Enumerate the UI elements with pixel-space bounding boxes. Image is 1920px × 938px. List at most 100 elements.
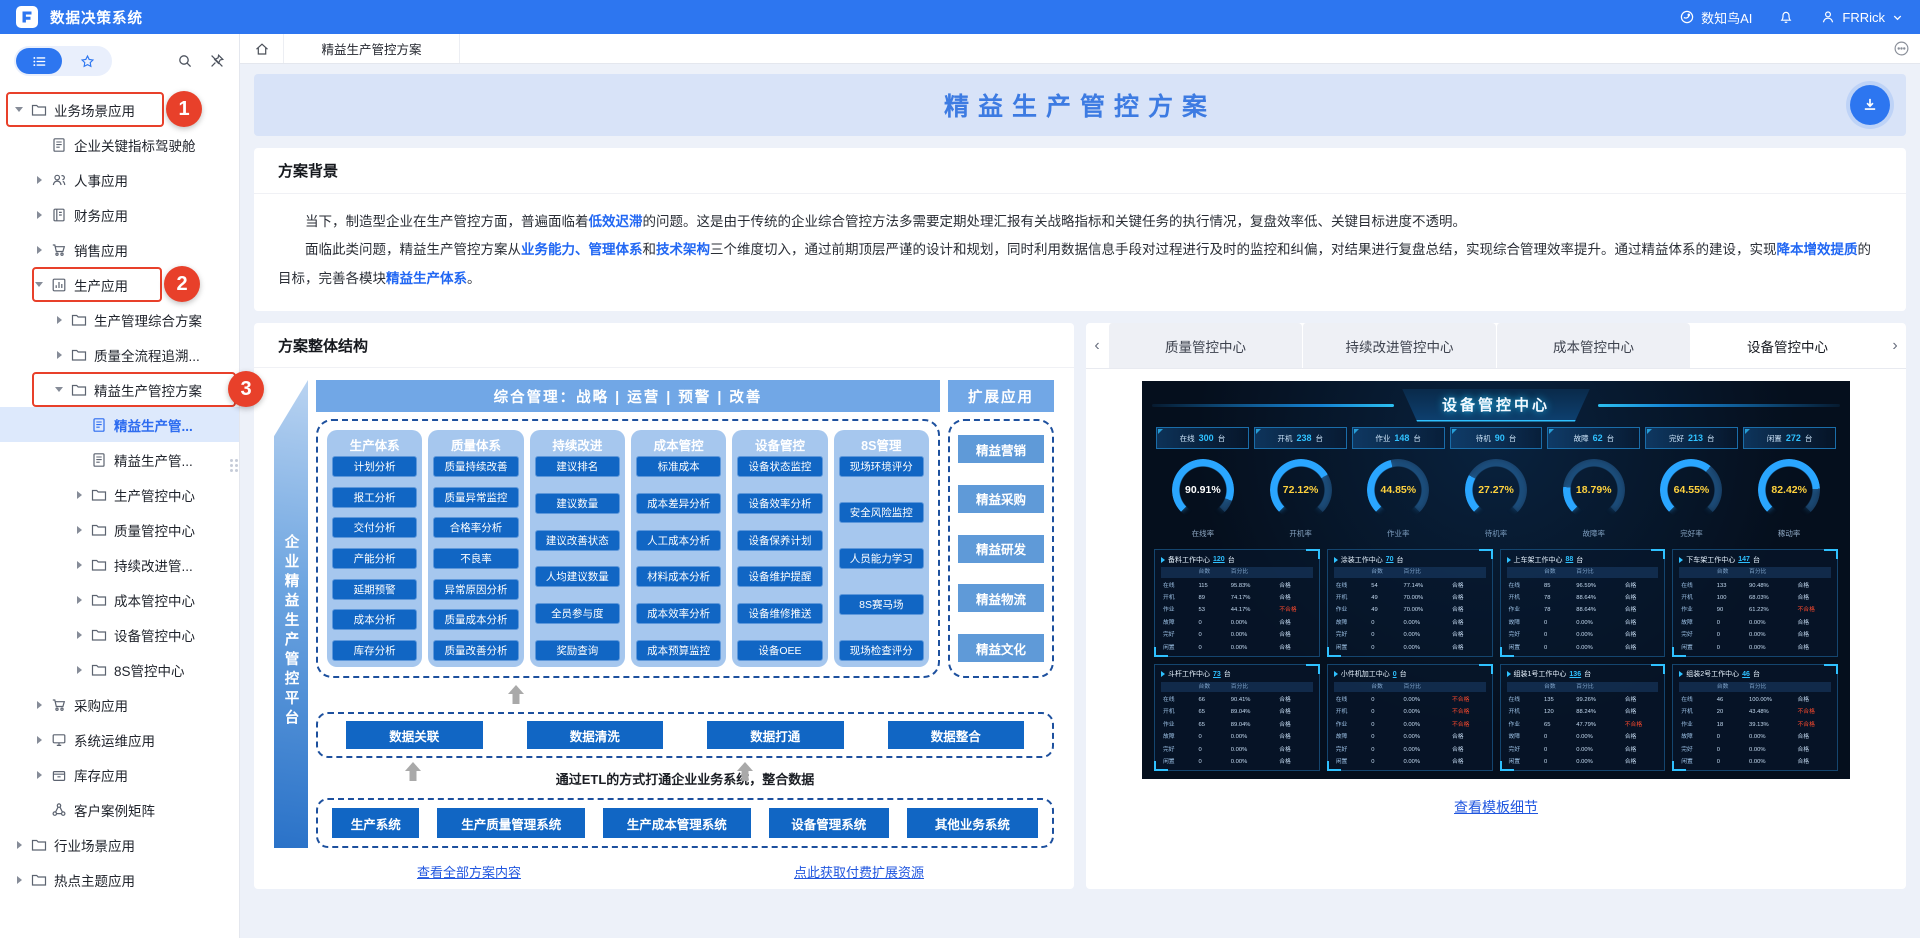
module-item-button[interactable]: 设备维护提醒 xyxy=(737,566,823,588)
caret-right-icon[interactable] xyxy=(14,841,24,849)
data-layer-button-数据整合[interactable]: 数据整合 xyxy=(887,721,1024,750)
caret-right-icon[interactable] xyxy=(14,876,24,884)
home-tab[interactable] xyxy=(240,34,284,63)
module-item-button[interactable]: 标准成本 xyxy=(635,456,722,478)
caret-right-icon[interactable] xyxy=(54,316,64,324)
open-document-tab[interactable]: 精益生产管控方案 xyxy=(284,34,460,63)
sidebar-item-生产管控中心[interactable]: 生产管控中心 xyxy=(0,477,239,512)
system-button-设备管理系统[interactable]: 设备管理系统 xyxy=(768,808,889,839)
template-tab-成本管控中心[interactable]: 成本管控中心 xyxy=(1496,323,1690,369)
download-button[interactable] xyxy=(1850,85,1890,125)
tabs-scroll-left[interactable]: ‹ xyxy=(1086,323,1108,368)
data-layer-button-数据清洗[interactable]: 数据清洗 xyxy=(526,721,663,750)
module-item-button[interactable]: 质量改善分析 xyxy=(433,639,519,661)
sidebar-item-质量管控中心[interactable]: 质量管控中心 xyxy=(0,512,239,547)
module-item-button[interactable]: 8S赛马场 xyxy=(838,594,924,616)
module-item-button[interactable]: 成本分析 xyxy=(332,609,418,631)
caret-down-icon[interactable] xyxy=(54,387,64,392)
module-item-button[interactable]: 库存分析 xyxy=(332,639,418,661)
tab-more-button[interactable] xyxy=(1893,34,1920,63)
sidebar-item-生产应用[interactable]: 生产应用 xyxy=(0,267,239,302)
module-item-button[interactable]: 建议改善状态 xyxy=(534,529,620,551)
caret-right-icon[interactable] xyxy=(34,701,44,709)
sidebar-item-企业关键指标驾驶舱[interactable]: 企业关键指标驾驶舱 xyxy=(0,127,239,162)
sidebar-item-精益生产管[interactable]: 精益生产管... xyxy=(0,442,239,477)
caret-right-icon[interactable] xyxy=(74,596,84,604)
module-item-button[interactable]: 建议数量 xyxy=(534,492,620,514)
module-item-button[interactable]: 安全风险监控 xyxy=(838,502,924,524)
sidebar-item-生产管理综合方案[interactable]: 生产管理综合方案 xyxy=(0,302,239,337)
module-item-button[interactable]: 人均建议数量 xyxy=(534,566,620,588)
caret-right-icon[interactable] xyxy=(34,211,44,219)
dashboard-preview[interactable]: 设备管控中心 在线 300 台开机 238 台作业 148 台待机 90 台故障 62 台完好 213… xyxy=(1142,381,1850,780)
template-tab-质量管控中心[interactable]: 质量管控中心 xyxy=(1108,323,1302,369)
sidebar-resize-handle[interactable] xyxy=(230,458,238,472)
caret-right-icon[interactable] xyxy=(54,351,64,359)
sidebar-item-库存应用[interactable]: 库存应用 xyxy=(0,757,239,792)
caret-right-icon[interactable] xyxy=(74,666,84,674)
caret-right-icon[interactable] xyxy=(34,176,44,184)
module-item-button[interactable]: 合格率分析 xyxy=(433,517,519,539)
data-layer-button-数据关联[interactable]: 数据关联 xyxy=(346,721,483,750)
module-item-button[interactable]: 质量持续改善 xyxy=(433,456,519,478)
module-item-button[interactable]: 现场环境评分 xyxy=(838,456,924,478)
caret-right-icon[interactable] xyxy=(74,561,84,569)
module-item-button[interactable]: 异常原因分析 xyxy=(433,578,519,600)
sidebar-item-行业场景应用[interactable]: 行业场景应用 xyxy=(0,827,239,862)
tabs-scroll-right[interactable]: › xyxy=(1884,323,1906,368)
directory-view-button[interactable] xyxy=(16,48,62,74)
sidebar-item-人事应用[interactable]: 人事应用 xyxy=(0,162,239,197)
system-button-生产质量管理系统[interactable]: 生产质量管理系统 xyxy=(437,808,586,839)
view-template-details-link[interactable]: 查看模板细节 xyxy=(1454,797,1538,817)
data-layer-button-数据打通[interactable]: 数据打通 xyxy=(707,721,844,750)
sidebar-item-系统运维应用[interactable]: 系统运维应用 xyxy=(0,722,239,757)
extension-button-精益营销[interactable]: 精益营销 xyxy=(958,435,1044,464)
sidebar-item-精益生产管[interactable]: 精益生产管... xyxy=(0,407,239,442)
caret-right-icon[interactable] xyxy=(74,526,84,534)
extension-button-精益物流[interactable]: 精益物流 xyxy=(958,584,1044,613)
module-item-button[interactable]: 产能分析 xyxy=(332,548,418,569)
pin-icon[interactable] xyxy=(209,53,225,69)
module-item-button[interactable]: 设备状态监控 xyxy=(737,456,823,478)
extension-button-精益采购[interactable]: 精益采购 xyxy=(958,484,1044,513)
module-item-button[interactable]: 计划分析 xyxy=(332,456,418,478)
module-item-button[interactable]: 成本预算监控 xyxy=(635,640,722,662)
module-item-button[interactable]: 成本差异分析 xyxy=(635,492,722,514)
caret-right-icon[interactable] xyxy=(34,771,44,779)
caret-right-icon[interactable] xyxy=(34,246,44,254)
system-button-生产系统[interactable]: 生产系统 xyxy=(332,808,420,839)
module-item-button[interactable]: 人员能力学习 xyxy=(838,548,924,570)
caret-down-icon[interactable] xyxy=(34,282,44,287)
module-item-button[interactable]: 全员参与度 xyxy=(534,603,620,625)
caret-right-icon[interactable] xyxy=(74,491,84,499)
search-icon[interactable] xyxy=(177,53,193,69)
module-item-button[interactable]: 报工分析 xyxy=(332,486,418,508)
extension-button-精益研发[interactable]: 精益研发 xyxy=(958,534,1044,563)
ai-assistant-button[interactable]: 数知鸟AI xyxy=(1679,8,1752,27)
module-item-button[interactable]: 建议排名 xyxy=(534,456,620,478)
module-item-button[interactable]: 不良率 xyxy=(433,548,519,569)
sidebar-item-质量全流程追溯[interactable]: 质量全流程追溯... xyxy=(0,337,239,372)
module-item-button[interactable]: 延期预警 xyxy=(332,578,418,600)
module-item-button[interactable]: 材料成本分析 xyxy=(635,566,722,588)
sidebar-item-采购应用[interactable]: 采购应用 xyxy=(0,687,239,722)
sidebar-item-设备管控中心[interactable]: 设备管控中心 xyxy=(0,617,239,652)
user-menu[interactable]: FRRick xyxy=(1820,9,1904,25)
module-item-button[interactable]: 质量成本分析 xyxy=(433,609,519,631)
sidebar-item-成本管控中心[interactable]: 成本管控中心 xyxy=(0,582,239,617)
notifications-button[interactable] xyxy=(1778,9,1794,25)
view-full-plan-link[interactable]: 查看全部方案内容 xyxy=(417,862,521,881)
module-item-button[interactable]: 设备OEE xyxy=(737,640,823,662)
system-button-其他业务系统[interactable]: 其他业务系统 xyxy=(906,808,1038,839)
caret-right-icon[interactable] xyxy=(74,631,84,639)
template-tab-设备管控中心[interactable]: 设备管控中心 xyxy=(1690,323,1884,369)
caret-right-icon[interactable] xyxy=(34,736,44,744)
sidebar-item-客户案例矩阵[interactable]: 客户案例矩阵 xyxy=(0,792,239,827)
module-item-button[interactable]: 人工成本分析 xyxy=(635,529,722,551)
module-item-button[interactable]: 现场检查评分 xyxy=(838,640,924,662)
sidebar-item-持续改进管[interactable]: 持续改进管... xyxy=(0,547,239,582)
module-item-button[interactable]: 设备保养计划 xyxy=(737,529,823,551)
module-item-button[interactable]: 设备效率分析 xyxy=(737,492,823,514)
sidebar-item-8S管控中心[interactable]: 8S管控中心 xyxy=(0,652,239,687)
sidebar-item-业务场景应用[interactable]: 业务场景应用 xyxy=(0,92,239,127)
